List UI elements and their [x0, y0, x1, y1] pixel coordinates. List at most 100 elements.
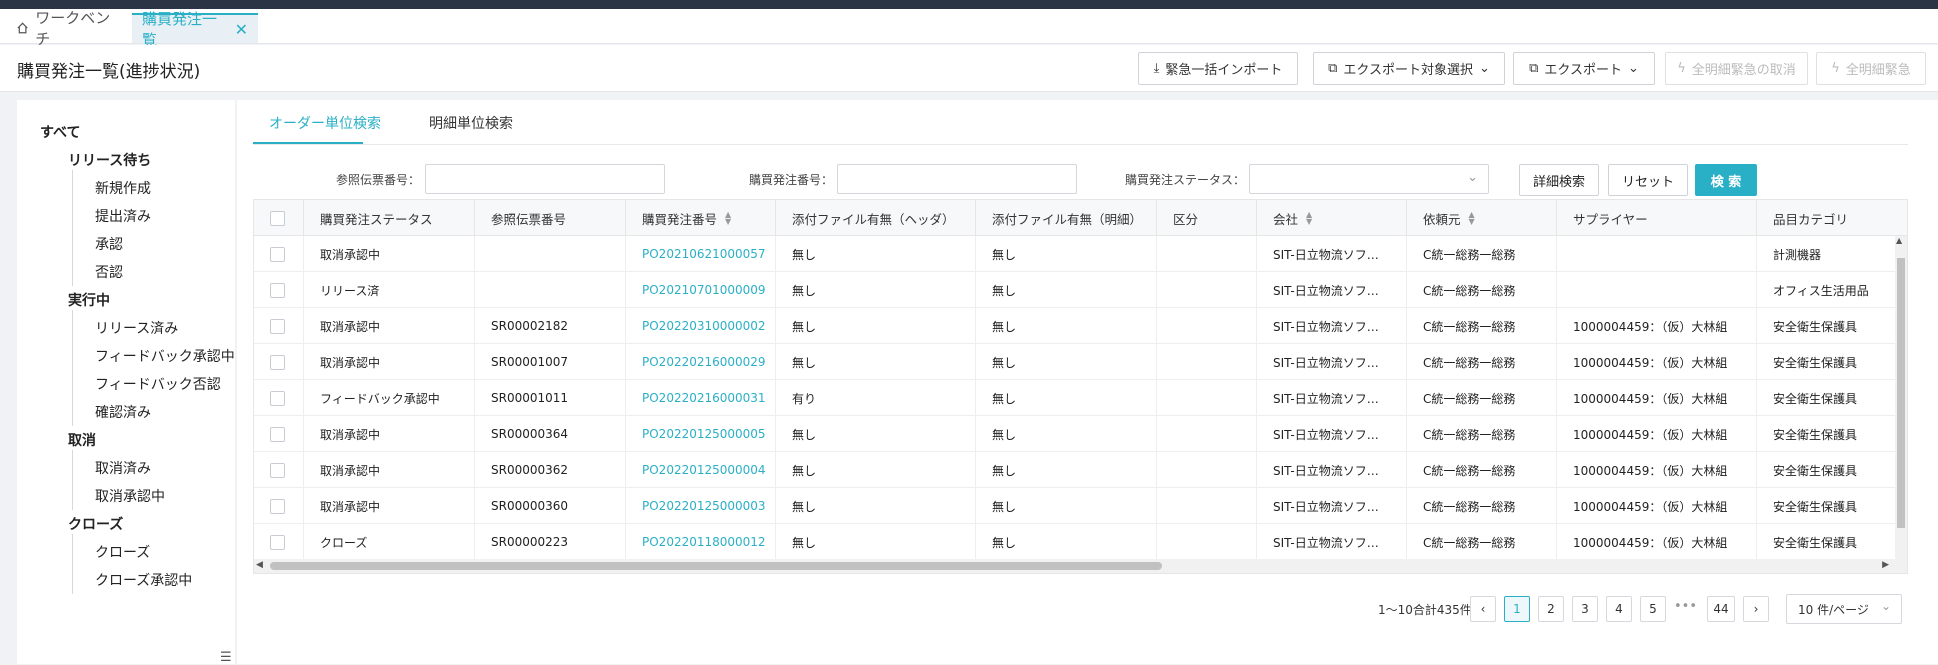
tree-item-confirmed[interactable]: 確認済み [95, 402, 151, 422]
vertical-scroll-thumb[interactable] [1897, 258, 1905, 528]
page-3[interactable]: 3 [1572, 596, 1598, 622]
sort-icon[interactable]: ▲ ▼ [1469, 211, 1475, 226]
cell-po-no[interactable]: PO20210701000009 [626, 272, 776, 308]
col-po-no[interactable]: 購買発注番号 ▲ ▼ [626, 200, 776, 236]
detail-search-button[interactable]: 詳細検索 [1519, 164, 1599, 196]
cell-po-no[interactable]: PO20210621000057 [626, 236, 776, 272]
po-no-input[interactable] [837, 164, 1077, 194]
cell-attach-line: 無し [976, 488, 1157, 524]
emergency-bulk-import-button[interactable]: ⤓ 緊急一括インポート [1138, 52, 1298, 85]
table-row[interactable]: リリース済 PO20210701000009 無し 無し SIT-日立物流ソフ… C統一総… [254, 272, 1907, 308]
tree-item-rejected[interactable]: 否認 [95, 262, 123, 282]
cell-attach-header: 無し [776, 524, 976, 560]
tree-item-feedback-rejected[interactable]: フィードバック否認 [95, 374, 221, 394]
page-1[interactable]: 1 [1504, 596, 1530, 622]
tree-group-release-pending[interactable]: リリース待ち [68, 150, 151, 170]
table-row[interactable]: 取消承認中 PO20210621000057 無し 無し SIT-日立物流ソフ… C統一総… [254, 236, 1907, 272]
tree-item-cancel-approving[interactable]: 取消承認中 [95, 486, 165, 506]
page-ellipsis[interactable]: ••• [1674, 599, 1697, 614]
cell-company: SIT-日立物流ソフ… [1257, 416, 1407, 452]
sort-icon[interactable]: ▲ ▼ [725, 211, 731, 226]
cancel-all-emergency-button[interactable]: ϟ 全明細緊急の取消 [1665, 52, 1808, 85]
col-category[interactable]: 区分 [1157, 200, 1257, 236]
prev-page-icon[interactable]: ‹ [1470, 596, 1496, 622]
cell-po-no[interactable]: PO20220216000031 [626, 380, 776, 416]
col-requester[interactable]: 依頼元 ▲ ▼ [1407, 200, 1557, 236]
cell-po-no[interactable]: PO20220310000002 [626, 308, 776, 344]
page-size-select[interactable]: 10 件/ページ ⌄ [1786, 594, 1902, 624]
page-5[interactable]: 5 [1640, 596, 1666, 622]
tree-item-all[interactable]: すべて [40, 122, 80, 142]
sort-icon[interactable]: ▲ ▼ [1306, 211, 1312, 226]
table-row[interactable]: クローズ SR00000223 PO20220118000012 無し 無し SIT-日立… [254, 524, 1907, 560]
page-last[interactable]: 44 [1707, 596, 1735, 622]
reset-button[interactable]: リセット [1608, 164, 1688, 196]
table-row[interactable]: 取消承認中 SR00002182 PO20220310000002 無し 無し SIT-日… [254, 308, 1907, 344]
row-checkbox[interactable] [270, 462, 285, 478]
tab-purchase-order-list[interactable]: 購買発注一覧 ✕ [132, 10, 258, 49]
all-emergency-button[interactable]: ϟ 全明細緊急 [1816, 52, 1926, 85]
horizontal-scrollbar[interactable]: ◀ ▶ [254, 559, 1907, 573]
cell-item-category: オフィス生活用品 [1757, 272, 1907, 308]
tab-line-search[interactable]: 明細単位検索 [429, 113, 513, 133]
row-checkbox[interactable] [270, 354, 285, 370]
row-checkbox[interactable] [270, 390, 285, 406]
tab-order-search[interactable]: オーダー単位検索 [269, 113, 381, 133]
scroll-left-icon[interactable]: ◀ [256, 560, 263, 570]
table-row[interactable]: 取消承認中 SR00001007 PO20220216000029 無し 無し SIT-日… [254, 344, 1907, 380]
tree-group-close[interactable]: クローズ [68, 514, 123, 534]
row-checkbox[interactable] [270, 498, 285, 514]
tree-item-new[interactable]: 新規作成 [95, 178, 151, 198]
col-company[interactable]: 会社 ▲ ▼ [1257, 200, 1407, 236]
cell-supplier: 1000004459：（仮）大林組 [1557, 488, 1757, 524]
row-checkbox[interactable] [270, 534, 285, 550]
tree-item-closed[interactable]: クローズ [95, 542, 150, 562]
tree-group-in-progress[interactable]: 実行中 [68, 290, 110, 310]
scroll-right-icon[interactable]: ▶ [1882, 560, 1889, 570]
tree-item-cancelled[interactable]: 取消済み [95, 458, 151, 478]
col-supplier[interactable]: サプライヤー [1557, 200, 1757, 236]
ref-no-input[interactable] [425, 164, 665, 194]
scroll-up-icon[interactable]: ▲ [1896, 236, 1902, 245]
next-page-icon[interactable]: › [1743, 596, 1769, 622]
export-button[interactable]: ⧉ エクスポート ⌄ [1513, 52, 1655, 85]
tab-workbench[interactable]: ワークベンチ [6, 9, 130, 48]
vertical-scrollbar[interactable]: ▲ ▼ [1895, 236, 1907, 569]
tree-item-close-approving[interactable]: クローズ承認中 [95, 570, 192, 590]
row-checkbox[interactable] [270, 282, 285, 298]
page-4[interactable]: 4 [1606, 596, 1632, 622]
export-target-select-button[interactable]: ⧉ エクスポート対象選択 ⌄ [1313, 52, 1505, 85]
table-row[interactable]: 取消承認中 SR00000360 PO20220125000003 無し 無し SIT-日… [254, 488, 1907, 524]
tab-label: ワークベンチ [35, 9, 111, 48]
col-item-category[interactable]: 品目カテゴリ [1757, 200, 1907, 236]
menu-toggle-icon[interactable]: ☰ [220, 650, 232, 665]
tree-item-submitted[interactable]: 提出済み [95, 206, 151, 226]
table-row[interactable]: 取消承認中 SR00000364 PO20220125000005 無し 無し SIT-日… [254, 416, 1907, 452]
cell-po-no[interactable]: PO20220118000012 [626, 524, 776, 560]
tree-item-approved[interactable]: 承認 [95, 234, 123, 254]
table-row[interactable]: フィードバック承認中 SR00001011 PO20220216000031 有り 無し… [254, 380, 1907, 416]
row-checkbox[interactable] [270, 426, 285, 442]
cell-po-no[interactable]: PO20220125000005 [626, 416, 776, 452]
col-ref-no[interactable]: 参照伝票番号 [475, 200, 626, 236]
tree-group-cancel[interactable]: 取消 [68, 430, 96, 450]
col-status[interactable]: 購買発注ステータス [304, 200, 475, 236]
col-attach-header[interactable]: 添付ファイル有無（ヘッダ） [776, 200, 976, 236]
col-attach-line[interactable]: 添付ファイル有無（明細） [976, 200, 1157, 236]
tree-item-feedback-approving[interactable]: フィードバック承認中 [95, 346, 235, 366]
cell-category [1157, 236, 1257, 272]
cell-po-no[interactable]: PO20220125000004 [626, 452, 776, 488]
cell-po-no[interactable]: PO20220216000029 [626, 344, 776, 380]
table-row[interactable]: 取消承認中 SR00000362 PO20220125000004 無し 無し SIT-日… [254, 452, 1907, 488]
horizontal-scroll-thumb[interactable] [270, 562, 1162, 570]
row-checkbox[interactable] [270, 246, 285, 262]
close-icon[interactable]: ✕ [235, 20, 248, 39]
select-all-checkbox[interactable] [270, 210, 285, 226]
cell-requester: C統一総務一総務 [1407, 524, 1557, 560]
po-status-select[interactable]: ⌄ [1249, 164, 1489, 194]
tree-item-released[interactable]: リリース済み [95, 318, 178, 338]
search-button[interactable]: 検 索 [1695, 164, 1757, 196]
page-2[interactable]: 2 [1538, 596, 1564, 622]
row-checkbox[interactable] [270, 318, 285, 334]
cell-po-no[interactable]: PO20220125000003 [626, 488, 776, 524]
